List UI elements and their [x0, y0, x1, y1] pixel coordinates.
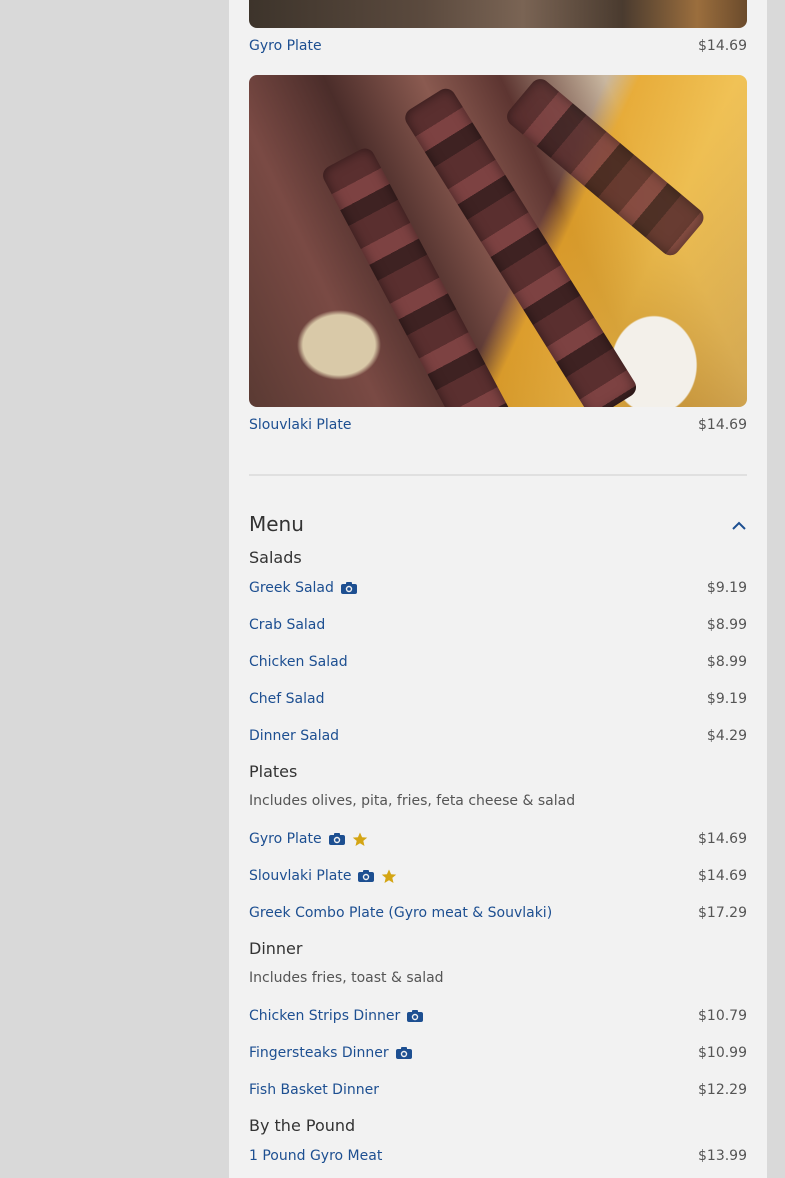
- featured-item[interactable]: Slouvlaki Plate $14.69: [249, 414, 747, 436]
- menu-item[interactable]: Chicken Salad $8.99: [249, 651, 747, 673]
- featured-item-price: $14.69: [698, 38, 747, 54]
- menu-item[interactable]: Greek Combo Plate (Gyro meat & Souvlaki)…: [249, 902, 747, 924]
- menu-item-name[interactable]: Crab Salad: [249, 617, 325, 633]
- menu-item-name[interactable]: Greek Salad: [249, 580, 334, 596]
- menu-item-price: $9.19: [706, 691, 747, 707]
- menu-item-price: $10.79: [698, 1008, 747, 1024]
- section-title: Plates: [249, 762, 298, 781]
- menu-panel: Gyro Plate $14.69 Slouvlaki Plate $14.69…: [229, 0, 767, 1178]
- menu-item-price: $4.29: [706, 728, 747, 744]
- menu-item-name[interactable]: Gyro Plate: [249, 831, 322, 847]
- camera-icon[interactable]: [395, 1046, 413, 1060]
- menu-item-name[interactable]: Chef Salad: [249, 691, 324, 707]
- menu-item-name[interactable]: Fingersteaks Dinner: [249, 1045, 389, 1061]
- menu-item-price: $14.69: [698, 831, 747, 847]
- menu-item-name[interactable]: Dinner Salad: [249, 728, 339, 744]
- menu-item-name[interactable]: Slouvlaki Plate: [249, 868, 351, 884]
- camera-icon[interactable]: [340, 581, 358, 595]
- menu-item[interactable]: Slouvlaki Plate $14.69: [249, 865, 747, 887]
- menu-item-price: $8.99: [706, 654, 747, 670]
- featured-item-price: $14.69: [698, 417, 747, 433]
- menu-item[interactable]: 1 Pound Gyro Meat $13.99: [249, 1145, 747, 1167]
- menu-item[interactable]: Chef Salad $9.19: [249, 688, 747, 710]
- section-title: Salads: [249, 548, 302, 567]
- divider: [249, 474, 747, 476]
- menu-item[interactable]: Crab Salad $8.99: [249, 614, 747, 636]
- menu-item[interactable]: Fish Basket Dinner $12.29: [249, 1079, 747, 1101]
- menu-item-name[interactable]: Chicken Strips Dinner: [249, 1008, 400, 1024]
- star-icon: [352, 832, 367, 846]
- star-icon: [382, 869, 397, 883]
- menu-item-price: $13.99: [698, 1148, 747, 1164]
- camera-icon[interactable]: [357, 869, 375, 883]
- menu-item[interactable]: Fingersteaks Dinner $10.99: [249, 1042, 747, 1064]
- chevron-up-icon[interactable]: [731, 520, 747, 532]
- menu-item-price: $9.19: [706, 580, 747, 596]
- menu-item[interactable]: Dinner Salad $4.29: [249, 725, 747, 747]
- section-title: Dinner: [249, 939, 303, 958]
- menu-item-price: $10.99: [698, 1045, 747, 1061]
- slouvlaki-plate-photo[interactable]: [249, 75, 747, 407]
- menu-title: Menu: [249, 512, 304, 536]
- menu-item[interactable]: Greek Salad $9.19: [249, 577, 747, 599]
- camera-icon[interactable]: [406, 1009, 424, 1023]
- menu-item-name[interactable]: Greek Combo Plate (Gyro meat & Souvlaki): [249, 905, 552, 921]
- featured-item-name[interactable]: Gyro Plate: [249, 38, 322, 54]
- camera-icon[interactable]: [328, 832, 346, 846]
- section-description: Includes fries, toast & salad: [249, 970, 444, 986]
- gyro-plate-photo[interactable]: [249, 0, 747, 28]
- menu-item-price: $17.29: [698, 905, 747, 921]
- menu-item-name[interactable]: Fish Basket Dinner: [249, 1082, 379, 1098]
- menu-item-price: $8.99: [706, 617, 747, 633]
- menu-item-price: $14.69: [698, 868, 747, 884]
- menu-item[interactable]: Gyro Plate $14.69: [249, 828, 747, 850]
- section-title: By the Pound: [249, 1116, 356, 1135]
- menu-item-name[interactable]: Chicken Salad: [249, 654, 348, 670]
- menu-item-name[interactable]: 1 Pound Gyro Meat: [249, 1148, 382, 1164]
- featured-item-name[interactable]: Slouvlaki Plate: [249, 417, 351, 433]
- menu-item-price: $12.29: [698, 1082, 747, 1098]
- featured-item[interactable]: Gyro Plate $14.69: [249, 35, 747, 57]
- section-description: Includes olives, pita, fries, feta chees…: [249, 793, 576, 809]
- menu-item[interactable]: Chicken Strips Dinner $10.79: [249, 1005, 747, 1027]
